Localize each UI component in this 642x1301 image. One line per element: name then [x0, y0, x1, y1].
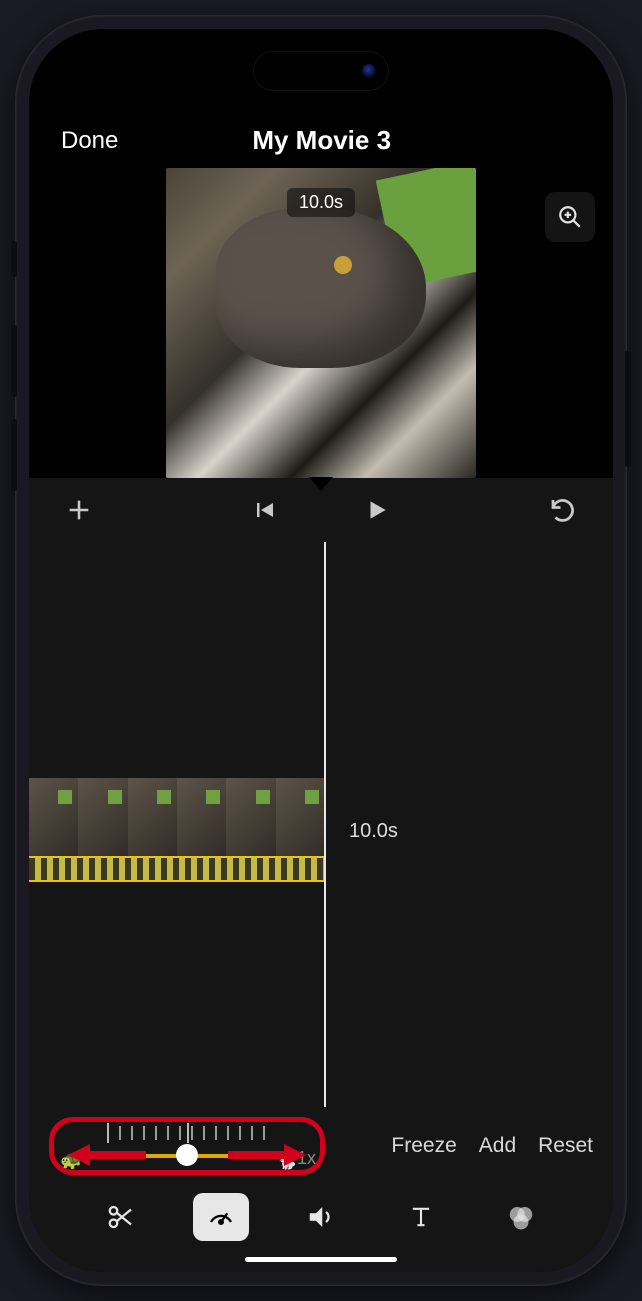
- duration-badge: 10.0s: [287, 188, 355, 217]
- volume-up-button: [11, 325, 17, 397]
- clip-thumb: [128, 778, 177, 864]
- preview-row: 10.0s: [29, 168, 613, 478]
- annotation-arrow-right: [226, 1142, 306, 1168]
- slider-ticks: [107, 1126, 267, 1140]
- skip-back-icon: [253, 498, 277, 522]
- volume-icon: [306, 1202, 336, 1232]
- filters-icon: [506, 1202, 536, 1232]
- speed-slider-highlight: 🐢 🐇 1x: [49, 1117, 325, 1175]
- clip-thumb: [276, 778, 325, 864]
- editor-area: 10.0s 🐢 🐇 1x Freeze: [29, 478, 613, 1272]
- freeze-button[interactable]: Freeze: [391, 1134, 456, 1158]
- screen: Done My Movie 3 10.0s: [29, 29, 613, 1272]
- clip-thumb: [226, 778, 275, 864]
- clip-thumb: [177, 778, 226, 864]
- clip-thumb: [78, 778, 127, 864]
- speed-slider-knob[interactable]: [176, 1144, 198, 1166]
- play-icon: [364, 497, 390, 523]
- audio-waveform: [29, 856, 325, 882]
- video-clip[interactable]: [29, 778, 325, 864]
- add-speed-point-button[interactable]: Add: [479, 1134, 516, 1158]
- done-button[interactable]: Done: [61, 127, 118, 155]
- filters-tool[interactable]: [493, 1193, 549, 1241]
- volume-down-button: [11, 419, 17, 491]
- magnifier-plus-icon: [557, 204, 583, 230]
- play-button[interactable]: [357, 490, 397, 530]
- annotation-arrow-left: [68, 1142, 148, 1168]
- playhead-line: [324, 542, 326, 1107]
- zoom-button[interactable]: [545, 192, 595, 242]
- titles-tool[interactable]: [393, 1193, 449, 1241]
- clip-thumb: [29, 778, 78, 864]
- timeline[interactable]: 10.0s: [29, 542, 613, 1107]
- undo-icon: [548, 495, 578, 525]
- reset-speed-button[interactable]: Reset: [538, 1134, 593, 1158]
- go-to-start-button[interactable]: [245, 490, 285, 530]
- scissors-icon: [106, 1202, 136, 1232]
- playhead-marker: [309, 477, 333, 491]
- preview-viewport[interactable]: 10.0s: [166, 168, 476, 478]
- dynamic-island: [253, 51, 389, 91]
- text-icon: [407, 1203, 435, 1231]
- bottom-toolbar: [29, 1179, 613, 1251]
- project-title: My Movie 3: [252, 125, 391, 156]
- home-indicator[interactable]: [245, 1257, 397, 1262]
- plus-icon: [65, 496, 93, 524]
- speed-controls-row: 🐢 🐇 1x Freeze Add Reset: [29, 1107, 613, 1179]
- clip-duration-label: 10.0s: [349, 820, 398, 843]
- volume-tool[interactable]: [293, 1193, 349, 1241]
- top-bar: Done My Movie 3: [29, 125, 613, 168]
- speedometer-icon: [206, 1202, 236, 1232]
- add-media-button[interactable]: [59, 490, 99, 530]
- cut-tool[interactable]: [93, 1193, 149, 1241]
- speed-tool[interactable]: [193, 1193, 249, 1241]
- mute-switch: [11, 241, 17, 277]
- iphone-frame: Done My Movie 3 10.0s: [15, 15, 627, 1286]
- undo-button[interactable]: [543, 490, 583, 530]
- power-button: [625, 351, 631, 467]
